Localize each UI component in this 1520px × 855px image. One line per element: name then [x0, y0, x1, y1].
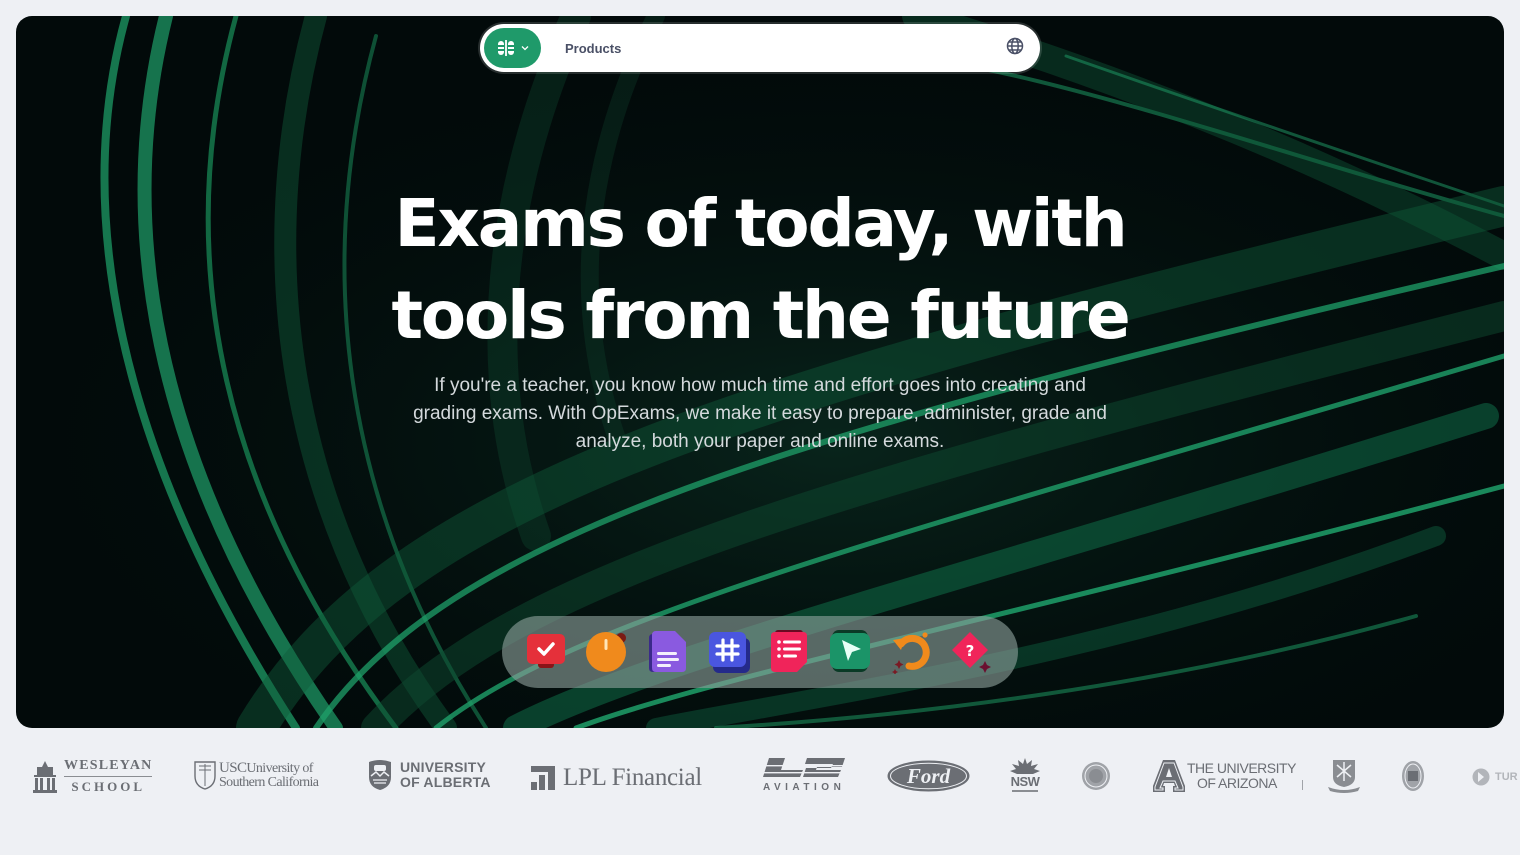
seal-icon	[1082, 762, 1110, 790]
ford-text: Ford	[906, 764, 951, 788]
usc-seal-icon	[194, 761, 216, 790]
alberta-shield-icon	[369, 760, 391, 790]
hero-headline: Exams of today, with tools from the futu…	[16, 178, 1504, 362]
l2-aviation-text: AVIATION	[763, 782, 846, 793]
refresh-app[interactable]	[889, 630, 933, 674]
hero-subtitle: If you're a teacher, you know how much t…	[396, 372, 1124, 456]
logo-crest-1	[1327, 759, 1361, 793]
logo-crest-2	[1401, 760, 1425, 792]
logo-university-of-arizona: THE UNIVERSITY OF ARIZONA	[1153, 760, 1303, 792]
timer-app[interactable]	[585, 630, 629, 674]
opexams-logo-icon	[497, 39, 515, 57]
document-lines-icon	[648, 631, 686, 672]
brand-menu-button[interactable]	[484, 28, 541, 68]
arizona-a-icon	[1153, 760, 1185, 792]
nsw-text: NSW	[1010, 774, 1040, 789]
top-navbar: Products	[480, 24, 1040, 72]
rotate-sparkle-icon	[892, 632, 930, 674]
client-logos-strip: WESLEYAN SCHOOL USCUniversity of Souther…	[0, 744, 1520, 810]
lpl-text: LPL Financial	[563, 764, 702, 791]
logo-university-of-alberta: UNIVERSITY OF ALBERTA	[368, 759, 491, 791]
logo-round-seal	[1081, 761, 1111, 791]
svg-text:?: ?	[966, 642, 975, 660]
subtitle-line-2: grading exams. With OpExams, we make it …	[413, 403, 1107, 424]
arizona-line1-text: THE UNIVERSITY	[1187, 760, 1296, 776]
nav-products-link[interactable]: Products	[565, 41, 621, 56]
lpl-mark-icon	[531, 766, 555, 790]
list-app[interactable]	[767, 630, 811, 674]
hashtag-icon	[708, 632, 750, 673]
chevron-down-icon	[521, 45, 529, 51]
wesleyan-top-text: WESLEYAN	[64, 758, 153, 777]
usc-line2-text: Southern California	[219, 774, 319, 790]
logo-partial: TUR	[1472, 768, 1518, 786]
nsw-subtext-bar	[1012, 790, 1038, 792]
globe-icon	[1006, 37, 1024, 60]
document-app[interactable]	[646, 630, 690, 674]
partial-logo-icon	[1472, 768, 1490, 786]
logo-lpl-financial: LPL Financial	[531, 764, 702, 792]
arizona-divider	[1301, 780, 1303, 790]
hashtag-app[interactable]	[707, 630, 751, 674]
logo-nsw: NSW	[1010, 758, 1040, 792]
question-star-icon: ?	[951, 632, 991, 673]
question-app[interactable]: ?	[950, 630, 994, 674]
usc-abbr-text: USC	[219, 759, 247, 776]
crest-icon	[1328, 760, 1360, 793]
building-icon	[33, 760, 57, 793]
list-icon	[771, 630, 808, 672]
headline-line-2: tools from the future	[391, 277, 1130, 354]
checkmark-icon	[527, 634, 565, 668]
cursor-app[interactable]	[828, 630, 872, 674]
stopwatch-icon	[585, 632, 626, 672]
partial-logo-text: TUR	[1495, 771, 1518, 783]
check-task-app[interactable]	[524, 630, 568, 674]
alberta-line1-text: UNIVERSITY	[400, 759, 487, 775]
cursor-arrow-icon	[830, 630, 871, 672]
l2-mark-icon	[763, 758, 846, 777]
logo-wesleyan-school: WESLEYAN SCHOOL	[32, 758, 153, 795]
usc-line1-text: University of	[246, 760, 313, 776]
logo-usc: USCUniversity of Southern California	[193, 759, 319, 790]
hero-section: Products Exams of today, with tools from…	[16, 16, 1504, 728]
subtitle-line-3: analyze, both your paper and online exam…	[575, 431, 945, 452]
logo-l2-aviation: AVIATION	[763, 758, 846, 793]
wesleyan-bottom-text: SCHOOL	[71, 779, 146, 794]
logo-ford: Ford	[887, 760, 970, 792]
product-dock: ?	[502, 616, 1018, 688]
arizona-line2-text: OF ARIZONA	[1197, 775, 1277, 791]
oval-crest-icon	[1402, 761, 1424, 791]
subtitle-line-1: If you're a teacher, you know how much t…	[434, 375, 1086, 396]
language-button[interactable]	[1003, 36, 1027, 60]
alberta-line2-text: OF ALBERTA	[400, 774, 491, 790]
headline-line-1: Exams of today, with	[394, 185, 1128, 262]
